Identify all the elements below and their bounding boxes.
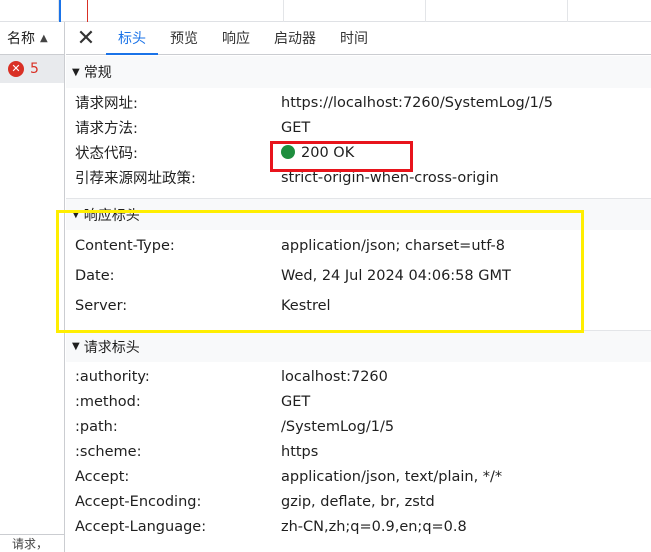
collapse-triangle-icon: ▼ [72,66,80,78]
tab-preview-label: 预览 [170,31,198,47]
header-row: Accept-Language: zh-CN,zh;q=0.9,en;q=0.8 [66,514,651,539]
tab-timing[interactable]: 时间 [328,22,380,54]
header-row: Accept: application/json, text/plain, */… [66,464,651,489]
close-icon[interactable]: ✕ [66,22,106,54]
tab-response-label: 响应 [222,31,250,47]
row-key: 引荐来源网址政策: [75,171,196,187]
detail-tabs: ✕ 标头 预览 响应 启动器 时间 [66,22,651,55]
response-headers-highlight-box [56,210,584,333]
request-name: 5 [30,61,39,77]
header-row: :method: GET [66,389,651,414]
status-bar: 请求， [0,534,65,552]
waterfall-timeline [0,0,651,22]
tab-initiator-label: 启动器 [274,31,316,47]
header-row: :authority: localhost:7260 [66,364,651,389]
row-value: application/json, text/plain, */* [281,468,503,485]
tab-preview[interactable]: 预览 [158,22,210,54]
row-value: https [281,443,319,460]
sort-ascending-icon: ▲ [40,32,48,44]
row-value: gzip, deflate, br, zstd [281,493,435,510]
tab-headers-label: 标头 [118,31,146,47]
row-key: Accept-Language: [75,518,207,535]
tab-headers[interactable]: 标头 [106,22,158,55]
row-key: 请求方法: [75,121,138,137]
name-column-label: 名称 [7,31,35,47]
status-bar-text: 请求， [12,537,49,551]
row-key: 请求网址: [75,96,138,112]
tab-response[interactable]: 响应 [210,22,262,54]
header-row: :path: /SystemLog/1/5 [66,414,651,439]
tab-initiator[interactable]: 启动器 [262,22,328,54]
row-key: 状态代码: [75,146,138,162]
name-column-header[interactable]: 名称 ▲ [0,22,64,55]
row-value: GET [281,119,311,136]
row-value: localhost:7260 [281,368,388,385]
row-value: https://localhost:7260/SystemLog/1/5 [281,94,553,111]
dom-content-loaded-marker [59,0,61,22]
row-key: :method: [75,393,141,410]
status-highlight-box [270,141,413,172]
row-key: :path: [75,418,118,435]
general-section: ▼ 常规 请求网址: https://localhost:7260/System… [66,56,651,198]
header-row: Accept-Encoding: gzip, deflate, br, zstd [66,489,651,514]
row-key: Accept-Encoding: [75,493,202,510]
request-headers-section-header[interactable]: ▼ 请求标头 [66,330,651,362]
load-event-marker [87,0,88,22]
row-value: zh-CN,zh;q=0.9,en;q=0.8 [281,518,467,535]
row-key: :authority: [75,368,150,385]
general-section-header[interactable]: ▼ 常规 [66,56,651,88]
row-value: /SystemLog/1/5 [281,418,395,435]
row-value: GET [281,393,311,410]
header-row: :scheme: https [66,439,651,464]
row-key: Accept: [75,468,130,485]
request-headers-section: ▼ 请求标头 :authority: localhost:7260 :metho… [66,330,651,539]
request-method-row: 请求方法: GET [66,115,651,140]
request-url-row: 请求网址: https://localhost:7260/SystemLog/1… [66,90,651,115]
general-title: 常规 [83,65,112,81]
row-key: :scheme: [75,443,142,460]
error-icon: ✕ [8,61,24,77]
collapse-triangle-icon: ▼ [72,341,80,352]
request-headers-title: 请求标头 [83,339,140,356]
tab-timing-label: 时间 [340,31,368,47]
request-row[interactable]: ✕ 5 [0,55,64,83]
